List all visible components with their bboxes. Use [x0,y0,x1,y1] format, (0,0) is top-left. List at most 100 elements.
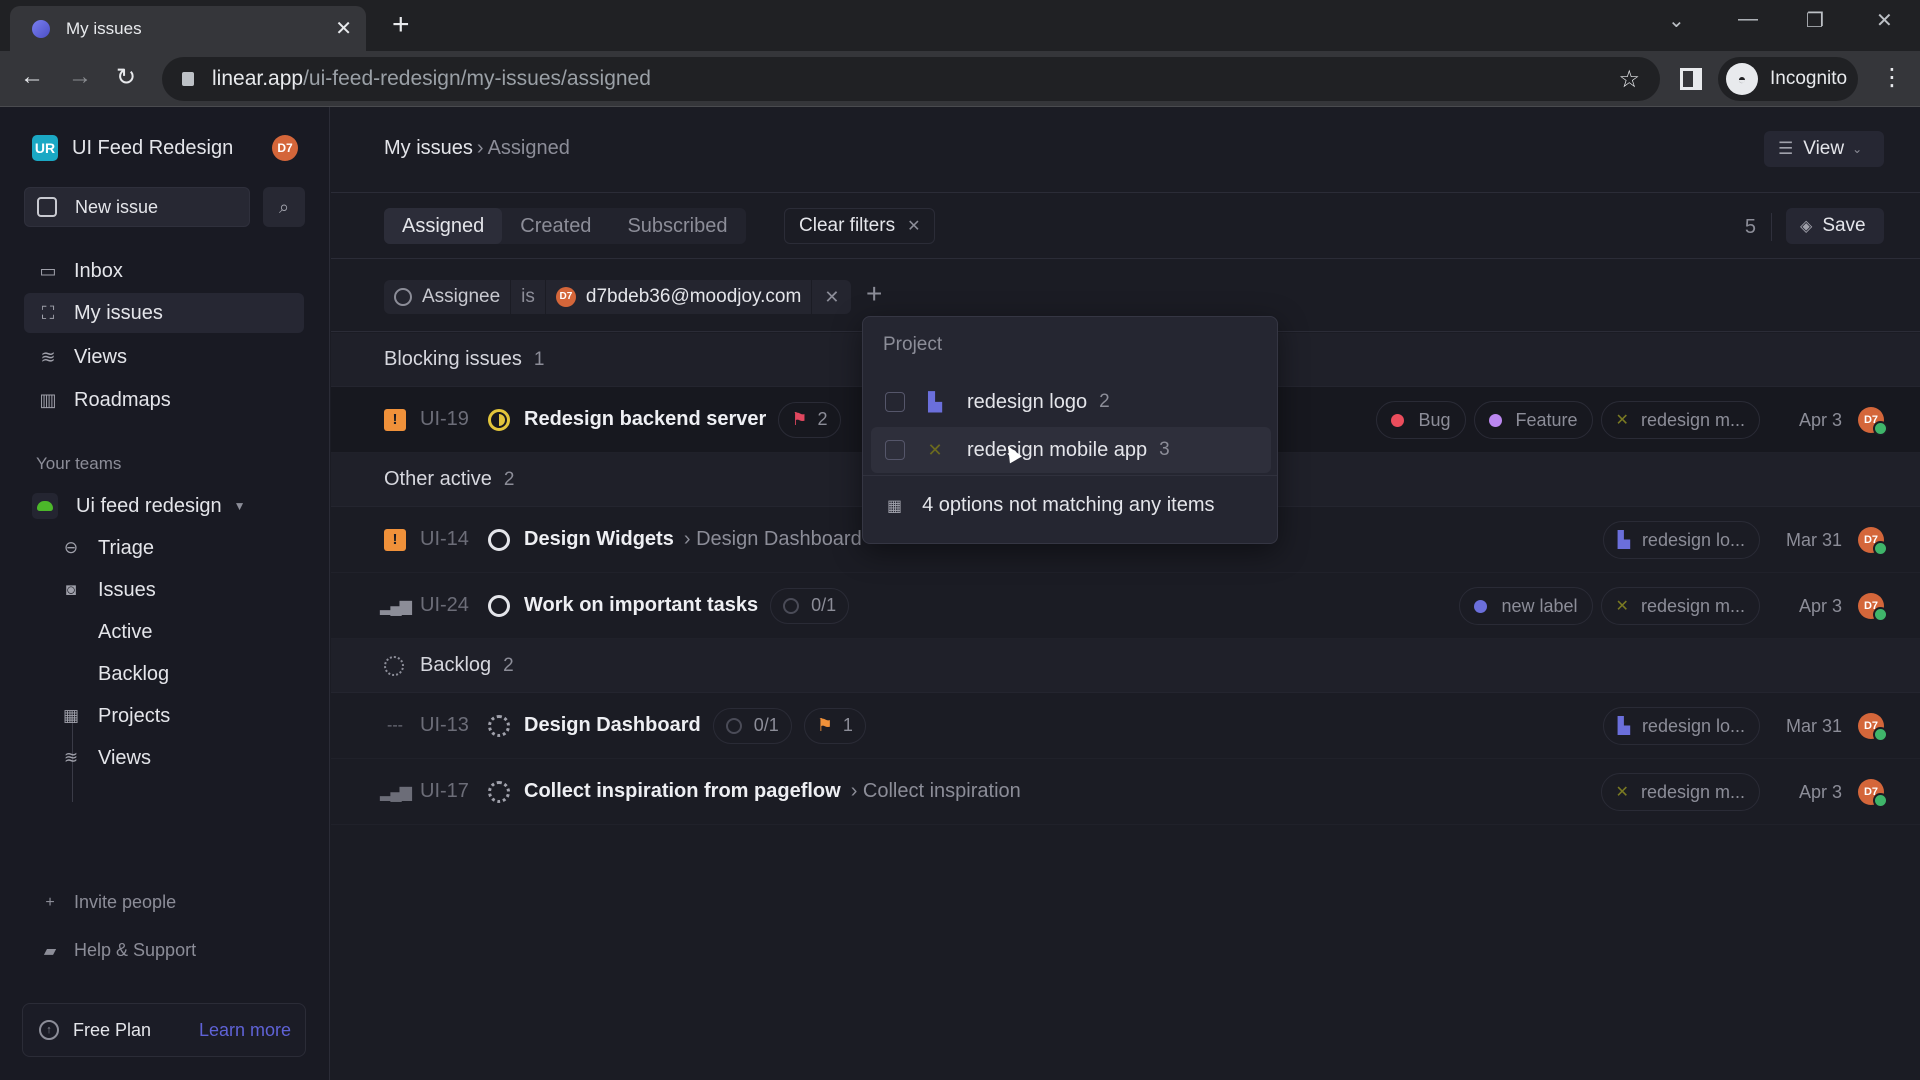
sub-issue-progress[interactable]: 0/1 [712,707,792,744]
browser-menu-icon[interactable]: ⋮ [1880,63,1904,92]
clear-filters-button[interactable]: Clear filters ✕ [784,208,936,244]
progress-ring-icon [783,597,800,614]
sub-issue-progress[interactable]: 0/1 [770,587,850,624]
label-new-label[interactable]: new label [1459,587,1593,625]
invite-label: Invite people [74,892,177,912]
option-checkbox[interactable] [885,392,905,412]
assignee-avatar[interactable]: D7 [1858,779,1888,808]
bookmark-star-icon[interactable]: ☆ [1618,65,1640,94]
urgent-priority-icon[interactable]: ! [384,528,406,551]
project-pill[interactable]: ▙ redesign lo... [1602,707,1760,745]
workspace-switcher[interactable]: UR UI Feed Redesign [32,135,233,161]
assignee-avatar[interactable]: D7 [1858,713,1888,742]
sidebar-item-backlog[interactable]: Backlog [98,657,169,691]
sidebar-item-issues[interactable]: ◙ Issues [58,573,156,607]
minimize-button[interactable]: — [1738,8,1758,31]
todo-status-icon[interactable] [488,528,510,551]
new-tab-button[interactable]: + [392,10,410,40]
no-priority-icon[interactable]: --- [384,715,406,737]
sidebar-item-triage[interactable]: ⊖ Triage [58,531,154,565]
incognito-profile-button[interactable]: ◓ Incognito [1718,57,1858,101]
assignee-avatar[interactable]: D7 [1858,593,1888,622]
dropdown-option-redesign-mobile-app[interactable]: ✕ redesign mobile app 3 [871,427,1271,473]
new-issue-label: New issue [75,196,159,217]
browser-tabstrip: My issues ✕ + ⌄ — ❐ ✕ [0,0,1920,51]
issue-count: 5 [1744,216,1756,238]
user-circle-icon [394,288,412,306]
tab-assigned[interactable]: Assigned [384,208,503,244]
issue-id: UI-19 [420,408,469,430]
todo-status-icon[interactable] [488,594,510,617]
breadcrumb-my-issues[interactable]: My issues [384,137,473,159]
backlog-status-icon[interactable] [488,780,510,803]
view-options-button[interactable]: ☰ View ⌄ [1764,131,1884,167]
issue-tabs: Assigned Created Subscribed [384,208,746,244]
non-matching-options-toggle[interactable]: ▦ 4 options not matching any items [887,494,1215,517]
breadcrumb-assigned: Assigned [487,137,570,159]
logo-project-icon: ▙ [1617,718,1630,735]
option-checkbox[interactable] [885,440,905,460]
sidebar-item-projects[interactable]: ▦ Projects [58,699,170,733]
issue-id: UI-17 [420,780,469,802]
search-button[interactable]: ⌕ [263,187,305,227]
sidebar-item-views[interactable]: ≋ Views [24,337,304,377]
high-priority-icon[interactable]: ▂▄▆ [380,595,412,617]
new-issue-button[interactable]: New issue [24,187,250,227]
sidebar-item-team-views[interactable]: ≋ Views [58,741,151,775]
filter-operator[interactable]: is [511,280,546,314]
save-view-button[interactable]: ◈ Save [1786,208,1884,244]
tab-created[interactable]: Created [502,208,609,244]
team-toggle[interactable]: Ui feed redesign ▼ [32,493,246,519]
issue-id: UI-13 [420,714,469,736]
group-header-backlog[interactable]: Backlog 2 [331,639,1920,693]
assignee-avatar[interactable]: D7 [1858,527,1888,556]
tab-subscribed[interactable]: Subscribed [609,208,745,244]
issue-row[interactable]: --- UI-13 Design Dashboard 0/1 ⚑ 1 ▙ redes… [331,693,1920,759]
in-progress-status-icon[interactable] [488,408,510,431]
avatar: D7 [555,287,576,307]
forward-button[interactable]: → [68,63,92,91]
add-filter-button[interactable]: + [866,278,882,310]
backlog-status-icon[interactable] [488,714,510,737]
sidebar-item-my-issues[interactable]: ⛶ My issues [24,293,304,333]
label-bug[interactable]: Bug [1376,401,1466,439]
assignee-avatar[interactable]: D7 [1858,407,1888,436]
logo-project-icon: ▙ [928,391,942,412]
side-panel-icon[interactable] [1680,68,1702,90]
help-support-button[interactable]: ▰ Help & Support [40,940,196,961]
sidebar-item-label: Roadmaps [74,388,171,411]
issue-title: Redesign backend server [524,408,767,430]
project-pill[interactable]: ✕ redesign m... [1600,587,1760,625]
filter-key[interactable]: Assignee [384,280,512,314]
address-bar[interactable]: linear.app/ui-feed-redesign/my-issues/as… [162,57,1660,101]
browser-tab[interactable]: My issues ✕ [10,6,366,51]
sidebar-item-active[interactable]: Active [98,615,152,649]
issue-row[interactable]: ▂▄▆ UI-17 Collect inspiration from pagef… [331,759,1920,825]
issue-row[interactable]: ▂▄▆ UI-24 Work on important tasks 0/1 ne… [331,573,1920,639]
close-window-button[interactable]: ✕ [1876,8,1893,33]
breadcrumb: My issues › Assigned [384,137,570,159]
medium-priority-icon[interactable]: ▂▄▆ [380,781,412,803]
dropdown-option-redesign-logo[interactable]: ▙ redesign logo 2 [871,379,1271,425]
tab-search-icon[interactable]: ⌄ [1668,8,1685,33]
back-button[interactable]: ← [20,63,44,91]
sidebar-item-roadmaps[interactable]: ▥ Roadmaps [24,380,304,420]
close-tab-icon[interactable]: ✕ [335,16,352,41]
sidebar-item-inbox[interactable]: ▭ Inbox [24,251,304,291]
user-avatar[interactable]: D7 [272,135,298,161]
project-pill[interactable]: ▙ redesign lo... [1602,521,1760,559]
label-name: new label [1501,595,1578,616]
filter-value[interactable]: D7 d7bdeb36@moodjoy.com [546,280,813,314]
learn-more-link[interactable]: Learn more [199,1020,291,1041]
project-pill[interactable]: ✕ redesign m... [1600,773,1760,811]
remove-filter-button[interactable]: ✕ [812,280,851,314]
blocking-relation-badge[interactable]: ⚑ 2 [778,401,841,438]
project-pill[interactable]: ✕ redesign m... [1600,401,1760,439]
blocked-relation-badge[interactable]: ⚑ 1 [803,707,866,744]
triage-icon: ⊖ [63,538,79,557]
label-feature[interactable]: Feature [1473,401,1593,439]
reload-button[interactable]: ↻ [116,63,136,92]
urgent-priority-icon[interactable]: ! [384,408,406,431]
restore-button[interactable]: ❐ [1806,8,1824,33]
invite-people-button[interactable]: + Invite people [40,892,176,913]
